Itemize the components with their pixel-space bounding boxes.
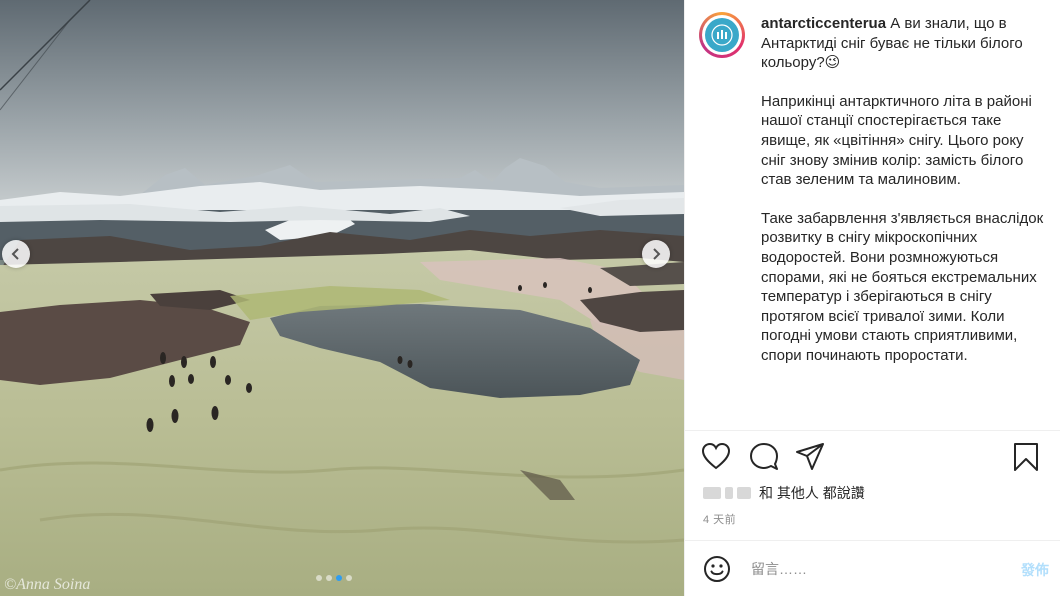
share-icon (796, 443, 824, 470)
caption-area: antarcticcenterua А ви знали, що в Антар… (685, 0, 1060, 430)
antarctic-landscape-image (0, 0, 684, 596)
likes-summary[interactable]: 和 其他人 都說讚 (703, 483, 865, 503)
carousel-indicator (316, 575, 352, 581)
post-caption: antarcticcenterua А ви знали, що в Антар… (761, 14, 1051, 366)
comment-button[interactable] (749, 442, 779, 475)
liker-name-blurred (737, 487, 751, 499)
next-slide-button[interactable] (642, 240, 670, 268)
action-bar (699, 442, 1049, 472)
add-comment-section: 發佈 (701, 554, 1051, 584)
carousel-dot-active (336, 575, 342, 581)
caption-paragraph: Наприкінці антарктичного літа в районі н… (761, 92, 1032, 189)
emoji-button[interactable] (703, 555, 731, 588)
divider (685, 540, 1060, 541)
comment-icon (750, 443, 778, 470)
chevron-right-icon (653, 248, 661, 260)
share-button[interactable] (795, 442, 825, 475)
username-link[interactable]: antarcticcenterua (761, 15, 886, 32)
smiley-icon (704, 556, 730, 582)
post-comment-button[interactable]: 發佈 (1021, 560, 1049, 580)
liker-avatar-blurred (703, 487, 721, 499)
post-photo[interactable]: ©Anna Soina (0, 0, 684, 596)
save-button[interactable] (1013, 442, 1039, 477)
likes-text: 和 其他人 都說讚 (759, 485, 865, 501)
carousel-dot (326, 575, 332, 581)
caption-paragraph: Таке забарвлення з'являється внаслідок р… (761, 209, 1044, 364)
carousel-dot (316, 575, 322, 581)
photo-watermark: ©Anna Soina (4, 576, 91, 593)
comment-input[interactable] (751, 558, 991, 580)
heart-icon (701, 442, 731, 470)
caption-paragraph: antarcticcenterua А ви знали, що в Антар… (761, 14, 1051, 73)
bookmark-icon (1014, 443, 1038, 471)
post-timestamp[interactable]: 4 天前 (703, 511, 736, 527)
carousel-dot (346, 575, 352, 581)
liker-name-blurred (725, 487, 733, 499)
avatar[interactable] (699, 12, 745, 58)
post-details-panel: antarcticcenterua А ви знали, що в Антар… (684, 0, 1060, 596)
station-logo-icon (711, 24, 733, 46)
divider (685, 430, 1060, 431)
chevron-left-icon (11, 248, 19, 260)
previous-slide-button[interactable] (2, 240, 30, 268)
like-button[interactable] (701, 442, 731, 475)
